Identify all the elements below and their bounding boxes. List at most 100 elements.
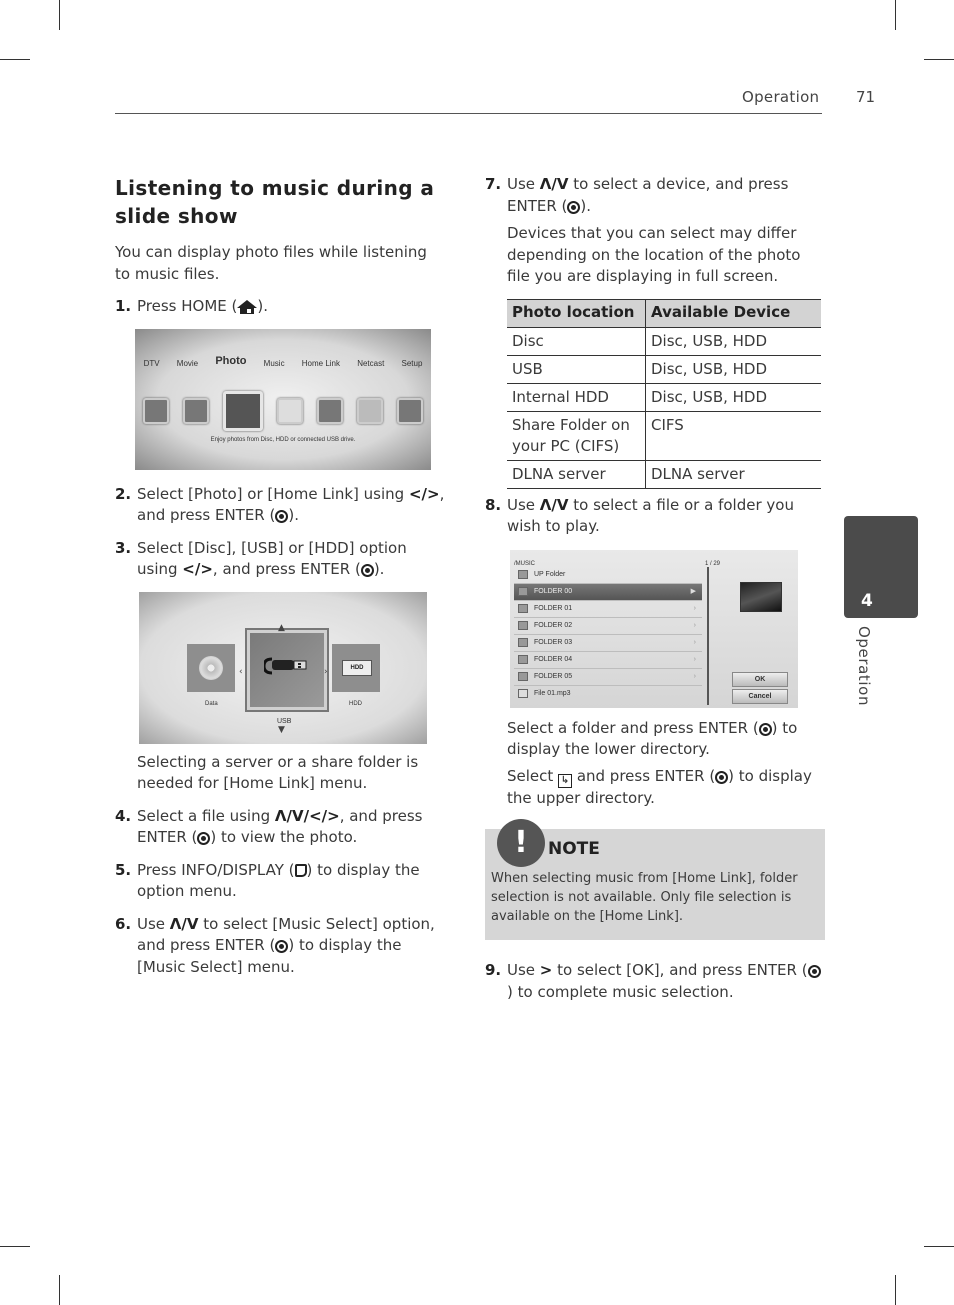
- table-header-row: Photo location Available Device: [507, 298, 821, 328]
- step-number: 7.: [485, 175, 502, 193]
- table-cell: Internal HDD: [507, 383, 646, 412]
- step-number: 8.: [485, 495, 502, 514]
- enter-button-icon: [275, 510, 289, 523]
- music-folder-icon: [518, 638, 528, 647]
- home-menu-icons: [143, 390, 423, 431]
- list-item-label: FOLDER 00: [534, 587, 573, 595]
- device-hdd: HDD: [332, 643, 380, 692]
- table-cell: Disc, USB, HDD: [645, 327, 821, 356]
- menu-item-dtv: DTV: [143, 358, 160, 368]
- table-cell: Disc: [507, 327, 646, 356]
- enter-button-icon: [197, 832, 211, 845]
- enter-button-icon: [807, 965, 821, 978]
- step-5: 5. Press INFO/DISPLAY () to display the …: [115, 860, 445, 903]
- list-item-label: FOLDER 03: [534, 638, 573, 646]
- left-column: Listening to music during a slide show Y…: [115, 174, 445, 989]
- step-8-note-2: Select ↳ and press ENTER () to display t…: [507, 766, 825, 810]
- photo-thumbnail: [740, 581, 782, 612]
- right-column: 7. Use Λ/V to select a device, and press…: [485, 174, 825, 1014]
- step-4: 4. Select a file using Λ/V/</>, and pres…: [115, 806, 445, 849]
- enter-button-icon: [715, 770, 729, 784]
- usb-icon: [264, 657, 307, 674]
- list-item-label: FOLDER 01: [534, 604, 573, 612]
- section-title: Listening to music during a slide show: [115, 176, 435, 228]
- table-cell: Disc, USB, HDD: [645, 355, 821, 384]
- enter-button-icon: [360, 564, 374, 577]
- list-item: UP Folder: [514, 567, 702, 584]
- home-menu-bar: DTV Movie Photo Music Home Link Netcast …: [135, 353, 431, 375]
- step-text: ).: [580, 196, 592, 215]
- home-icon: [237, 300, 258, 314]
- table-cell: USB: [507, 355, 646, 384]
- chevron-right-icon: ▶: [690, 587, 696, 595]
- menu-item-netcast: Netcast: [357, 358, 385, 368]
- step-9: 9. Use > to select [OK], and press ENTER…: [485, 960, 825, 1003]
- chapter-tab: [844, 516, 918, 618]
- music-folder-icon: [518, 604, 528, 613]
- up-down-arrows-icon: Λ/V: [539, 175, 569, 193]
- note-text: and press ENTER (: [572, 766, 716, 785]
- note-body: When selecting music from [Home Link], f…: [491, 871, 798, 924]
- folder-icon: [317, 397, 343, 424]
- photo-icon: [223, 390, 263, 431]
- music-select-screenshot: /MUSIC 1 / 29 UP Folder FOLDER 00 ▶ FOLDE…: [510, 549, 798, 708]
- step-text: Select [Photo] or [Home Link] using: [137, 484, 409, 503]
- table-row: Disc Disc, USB, HDD: [507, 327, 821, 356]
- crop-mark: [59, 1275, 60, 1305]
- crop-mark: [895, 1275, 896, 1305]
- list-item: File 01.mp3: [514, 686, 702, 702]
- chevron-right-icon: ›: [693, 655, 696, 663]
- device-usb: [247, 629, 327, 710]
- step-text: Use: [507, 175, 540, 193]
- home-menu-screenshot: DTV Movie Photo Music Home Link Netcast …: [135, 328, 431, 470]
- step-text: to select [OK], and press ENTER (: [552, 961, 808, 979]
- step-1: 1. Press HOME ().: [115, 296, 445, 318]
- menu-item-home-link: Home Link: [301, 358, 340, 368]
- cancel-button: Cancel: [732, 688, 788, 704]
- intro-text: You can display photo files while listen…: [115, 243, 427, 283]
- list-item: FOLDER 04 ›: [514, 652, 702, 669]
- up-down-arrows-icon: Λ/V: [539, 495, 569, 514]
- table-cell: DLNA server: [507, 460, 646, 489]
- table-row: USB Disc, USB, HDD: [507, 355, 821, 384]
- step-number: 3.: [115, 538, 132, 557]
- list-item-label: UP Folder: [534, 570, 566, 578]
- scrollbar: [707, 566, 709, 705]
- right-arrow-icon: >: [539, 961, 553, 979]
- step-7: 7. Use Λ/V to select a device, and press…: [485, 174, 825, 217]
- device-label-data: Data: [205, 700, 218, 707]
- step-2: 2. Select [Photo] or [Home Link] using <…: [115, 484, 445, 527]
- chapter-label: Operation: [855, 626, 873, 707]
- enter-button-icon: [567, 200, 581, 214]
- list-item: FOLDER 05 ›: [514, 669, 702, 686]
- home-menu-caption: Enjoy photos from Disc, HDD or connected…: [210, 437, 356, 443]
- list-item-label: FOLDER 04: [534, 655, 573, 663]
- step-text: Press INFO/DISPLAY (: [137, 860, 295, 879]
- device-table: Photo location Available Device Disc Disc…: [507, 298, 821, 489]
- step-text: Use: [137, 914, 170, 933]
- menu-item-movie: Movie: [176, 358, 199, 368]
- device-select-screenshot: HDD Data USB HDD ▲ ▼ ‹ ›: [139, 591, 427, 744]
- note-text: Select a folder and press ENTER (: [507, 718, 759, 737]
- crop-mark: [924, 1246, 954, 1247]
- chevron-up-icon: ▲: [278, 622, 285, 633]
- note-text: Select: [507, 766, 559, 785]
- step-8: 8. Use Λ/V to select a file or a folder …: [485, 495, 825, 538]
- up-folder-icon: [518, 570, 528, 579]
- step-text: Use: [507, 961, 540, 979]
- exclamation-icon: !: [497, 819, 545, 867]
- note-box: ! NOTE When selecting music from [Home L…: [485, 819, 825, 940]
- column-header: Available Device: [645, 298, 821, 328]
- table-cell: Share Folder on your PC (CIFS): [507, 411, 646, 461]
- left-right-arrows-icon: </>: [182, 560, 213, 578]
- enter-button-icon: [758, 722, 772, 736]
- step-text: ).: [257, 297, 268, 315]
- music-folder-icon: [518, 672, 528, 681]
- running-header-section: Operation: [742, 88, 820, 106]
- menu-item-music: Music: [263, 358, 285, 368]
- disc-icon: [199, 655, 223, 680]
- crop-mark: [895, 0, 896, 30]
- step-3: 3. Select [Disc], [USB] or [HDD] option …: [115, 538, 445, 581]
- chevron-right-icon: ›: [324, 666, 328, 677]
- table-row: Share Folder on your PC (CIFS) CIFS: [507, 411, 821, 461]
